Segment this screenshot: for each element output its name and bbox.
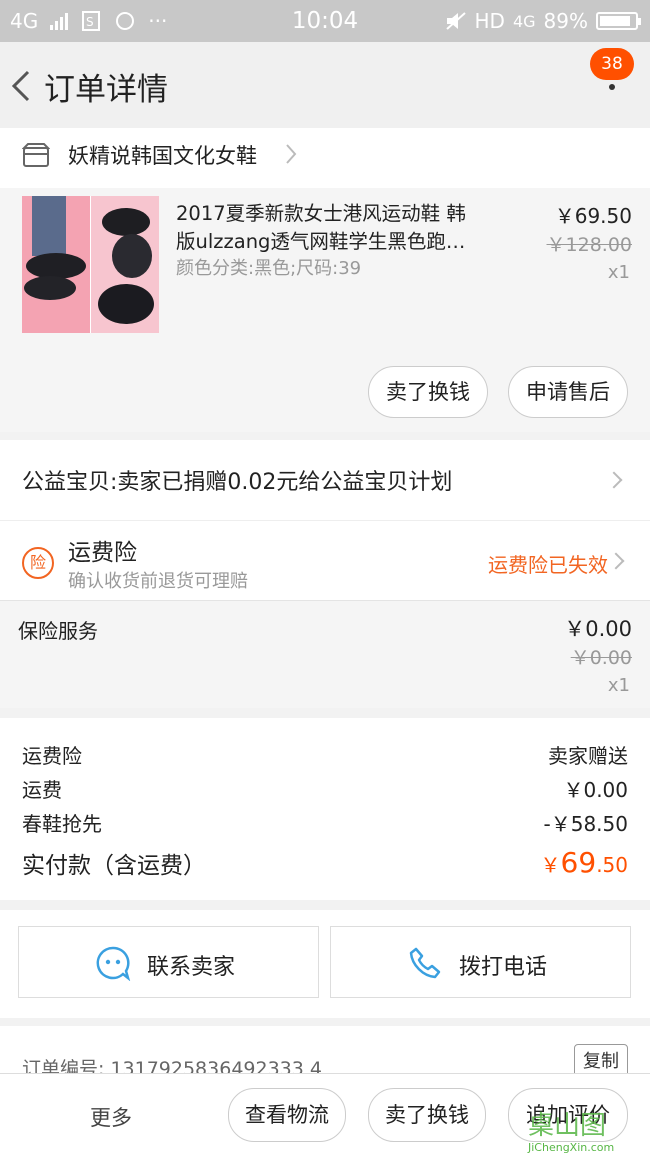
after-sale-button[interactable]: 申请售后 [508, 366, 628, 418]
charity-row[interactable]: 公益宝贝:卖家已捐赠0.02元给公益宝贝计划 [0, 440, 650, 520]
total-label: 实付款（含运费） [22, 853, 206, 879]
nav-bar: 订单详情 38 [0, 42, 650, 128]
price-summary: 运费险 卖家赠送 运费 ￥0.00 春鞋抢先 -￥58.50 实付款（含运费） … [0, 718, 650, 900]
insurance-service-original-price: ￥0.00 [570, 647, 632, 669]
freight-insurance-subtitle: 确认收货前退货可理赔 [68, 571, 248, 592]
shop-name: 妖精说韩国文化女鞋 [68, 144, 257, 168]
total-row: 实付款（含运费） ￥69.50 [22, 846, 628, 880]
total-amount: ￥69.50 [540, 846, 628, 879]
watermark-logo: 㮚山图 [528, 1111, 607, 1141]
notification-badge: 38 [590, 48, 634, 80]
status-bar: 4G S ··· 10:04 HD 4G 89% [0, 0, 650, 42]
chevron-right-icon [605, 471, 623, 489]
mute-icon [445, 12, 466, 30]
watermark: 㮚山图 JiChengXin.com [528, 1105, 646, 1155]
insurance-service-price: ￥0.00 [564, 617, 632, 641]
summary-label: 运费险 [22, 744, 82, 768]
freight-insurance-title: 运费险 [68, 540, 137, 566]
call-phone-label: 拨打电话 [459, 955, 548, 980]
product-image [22, 196, 159, 333]
page-title: 订单详情 [44, 72, 168, 108]
summary-value: ￥0.00 [563, 778, 628, 802]
summary-label: 运费 [22, 778, 62, 802]
product-price: ￥69.50 [554, 204, 632, 228]
order-item[interactable]: 2017夏季新款女士港风运动鞋 韩 版ulzzang透气网鞋学生黑色跑… 颜色分… [0, 188, 650, 432]
chevron-right-icon [286, 144, 297, 164]
insurance-icon: 险 [22, 547, 54, 579]
contact-seller-label: 联系卖家 [147, 955, 236, 980]
battery-icon [596, 12, 641, 30]
product-original-price: ￥128.00 [546, 234, 632, 256]
call-phone-button[interactable]: 拨打电话 [330, 926, 631, 998]
summary-row: 春鞋抢先 -￥58.50 [22, 808, 628, 837]
summary-row: 运费险 卖家赠送 [22, 740, 628, 769]
product-sku: 颜色分类:黑色;尺码:39 [176, 258, 362, 279]
phone-icon [409, 947, 441, 979]
shop-row[interactable]: 妖精说韩国文化女鞋 [0, 128, 650, 188]
summary-row: 运费 ￥0.00 [22, 774, 628, 803]
summary-label: 春鞋抢先 [22, 812, 102, 836]
chevron-right-icon [607, 552, 625, 570]
contact-section: 联系卖家 拨打电话 [0, 910, 650, 1018]
more-button[interactable]: 更多 [90, 1102, 132, 1132]
summary-value: 卖家赠送 [548, 744, 628, 768]
product-title: 2017夏季新款女士港风运动鞋 韩 版ulzzang透气网鞋学生黑色跑… [176, 200, 516, 256]
sell-for-cash-button[interactable]: 卖了换钱 [368, 1088, 486, 1142]
charity-text: 公益宝贝:卖家已捐赠0.02元给公益宝贝计划 [22, 470, 453, 495]
product-title-line-1: 2017夏季新款女士港风运动鞋 韩 [176, 202, 466, 225]
freight-insurance-row[interactable]: 险 运费险 确认收货前退货可理赔 运费险已失效 [0, 520, 650, 600]
product-quantity: x1 [607, 262, 630, 283]
insurance-service-row: 保险服务 ￥0.00 ￥0.00 x1 [0, 600, 650, 708]
network-label-2: 4G [512, 11, 536, 31]
sell-for-cash-button[interactable]: 卖了换钱 [368, 366, 488, 418]
summary-value: -￥58.50 [543, 812, 628, 836]
watermark-url: JiChengXin.com [528, 1141, 615, 1154]
insurance-service-quantity: x1 [607, 675, 630, 696]
battery-percent: 89% [543, 9, 588, 33]
freight-insurance-status: 运费险已失效 [488, 553, 608, 577]
contact-seller-button[interactable]: 联系卖家 [18, 926, 319, 998]
store-icon [22, 143, 50, 167]
back-arrow-icon[interactable] [8, 66, 36, 106]
insurance-service-label: 保险服务 [18, 619, 98, 643]
product-title-line-2: 版ulzzang透气网鞋学生黑色跑… [176, 230, 466, 253]
hd-label: HD [474, 9, 505, 33]
view-logistics-button[interactable]: 查看物流 [228, 1088, 346, 1142]
chat-smile-icon [96, 946, 131, 981]
